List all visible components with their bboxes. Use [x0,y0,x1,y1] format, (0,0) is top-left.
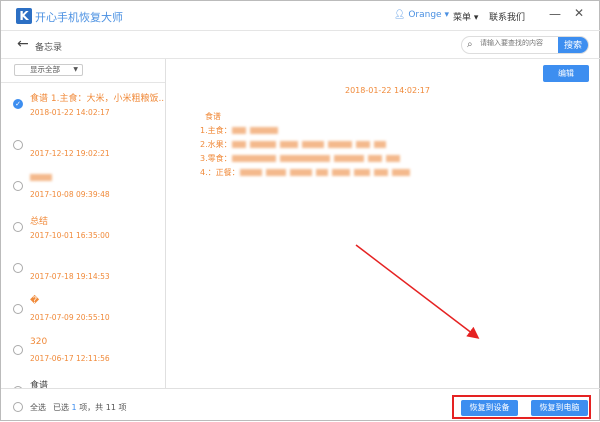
note-list-item[interactable]: 320 2017-06-17 12:11:56 [1,333,165,374]
note-date: 2017-10-08 09:39:48 [30,190,110,199]
minimize-icon[interactable]: — [549,7,561,21]
user-menu[interactable]: 👤︎ Orange ▾ [394,10,449,20]
note-title: 320 [30,337,48,347]
note-line: 4.：正餐： [200,167,414,178]
app-title: 开心手机恢复大师 [35,11,123,24]
back-arrow-icon[interactable]: ← [17,36,29,52]
contact-button[interactable]: 联系我们 [489,10,525,23]
note-line: 1.主食： [200,125,282,136]
radio-icon[interactable] [13,304,23,314]
app-logo: K [16,8,32,24]
note-date: 2017-10-01 16:35:00 [30,231,110,240]
note-line: 2.水果： [200,139,390,150]
radio-icon[interactable] [13,263,23,273]
notes-list-panel: 显示全部 ▼ ✓ 食谱 1.主食：大米，小米粗粮饭... 2018-01-22 14:… [1,59,166,388]
note-date: 2017-07-18 19:14:53 [30,272,110,281]
radio-icon[interactable] [13,140,23,150]
close-icon[interactable]: ✕ [574,6,584,20]
menu-label: 菜单 [453,13,472,23]
select-all-label[interactable]: 全选 [30,402,46,413]
note-date: 2017-12-12 19:02:21 [30,149,110,158]
filter-dropdown[interactable]: 显示全部 ▼ [14,64,83,76]
note-list-item[interactable]: ✓ 食谱 1.主食：大米，小米粗粮饭... 2018-01-22 14:02:17 [1,87,166,128]
radio-icon[interactable] [13,181,23,191]
checked-radio-icon[interactable]: ✓ [13,99,23,109]
edit-button[interactable]: 编辑 [543,65,589,82]
note-title: 食谱 [30,381,49,388]
note-list-item[interactable]: 总结 2017-10-01 16:35:00 [1,210,165,251]
restore-to-device-button[interactable]: 恢复到设备 [461,400,518,416]
search-icon: ⌕ [467,39,473,50]
user-icon: 👤︎ [394,10,406,20]
note-date: 2017-06-17 12:11:56 [30,354,110,363]
bottom-bar: 全选 已选 1 项，共 11 项 恢复到设备 恢复到电脑 [1,388,600,422]
note-line: 3.零食： [200,153,404,164]
note-detail: 编辑 2018-01-22 14:02:17 食谱 1.主食： 2.水果： 3.… [167,59,600,388]
menu-button[interactable]: 菜单 ▾ [453,10,478,23]
page-title: 备忘录 [35,43,63,53]
radio-icon[interactable] [13,345,23,355]
divider [1,82,165,83]
select-all-radio[interactable] [13,402,23,412]
caret-down-icon: ▼ [73,66,78,73]
search-button[interactable]: 搜索 [558,37,588,53]
title-bar: K 开心手机恢复大师 👤︎ Orange ▾ 菜单 ▾ 联系我们 — ✕ [1,1,600,31]
note-list-item[interactable]: � 2017-07-09 20:55:10 [1,292,165,333]
note-list-item[interactable]: 食谱 [1,374,165,388]
note-date: 2017-07-09 20:55:10 [30,313,110,322]
toolbar: ← 备忘录 ⌕ 搜索 [1,31,600,59]
note-title: � [30,296,40,306]
note-date: 2018-01-22 14:02:17 [30,108,110,117]
note-list-item[interactable]: 2017-07-18 19:14:53 [1,251,165,292]
note-line: 食谱 [205,112,221,121]
radio-icon[interactable] [13,222,23,232]
note-list-item[interactable]: 2017-12-12 19:02:21 [1,128,165,169]
restore-to-pc-button[interactable]: 恢复到电脑 [531,400,588,416]
note-date: 2018-01-22 14:02:17 [345,86,430,95]
search-input[interactable] [480,39,560,47]
selection-count: 已选 1 项，共 11 项 [53,403,127,412]
note-title: 食谱 1.主食：大米，小米粗粮饭... [30,94,166,104]
user-name: Orange [408,10,442,20]
note-title: 总结 [30,217,49,227]
note-title [30,173,56,183]
note-list-item[interactable]: 2017-10-08 09:39:48 [1,169,165,210]
search-box: ⌕ 搜索 [461,36,589,54]
filter-selected: 显示全部 [30,65,60,74]
